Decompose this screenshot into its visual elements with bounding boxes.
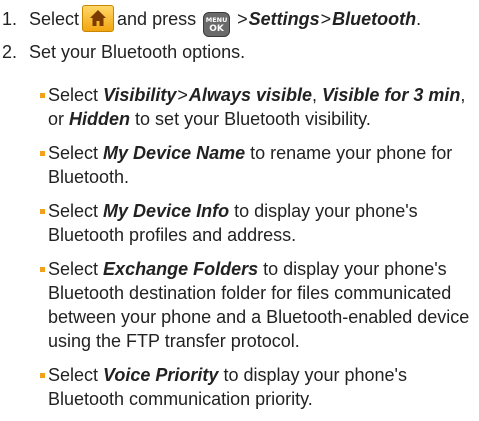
path-separator: > — [177, 85, 188, 105]
sentence-end: . — [416, 9, 422, 29]
step-text: Set your Bluetooth options. — [29, 42, 246, 62]
step-text-and-press: and press — [117, 9, 197, 29]
list-item-my-device-info: Select My Device Info to display your ph… — [40, 199, 477, 247]
list-item-exchange-folders: Select Exchange Folders to display your … — [40, 257, 477, 353]
option-hidden: Hidden — [69, 109, 131, 129]
path-separator: > — [237, 9, 248, 29]
select-word: Select — [48, 143, 99, 163]
select-word: Select — [48, 201, 99, 221]
bluetooth-options-list: Select Visibility>Always visible, Visibl… — [40, 83, 477, 421]
option-exchange-folders: Exchange Folders — [103, 259, 259, 279]
comma: , — [312, 85, 318, 105]
step-2: 2. Set your Bluetooth options. — [0, 40, 475, 64]
list-item-voice-priority: Select Voice Priority to display your ph… — [40, 363, 477, 411]
list-item-visibility: Select Visibility>Always visible, Visibl… — [40, 83, 477, 131]
step-number: 2. — [2, 42, 18, 62]
option-my-device-info: My Device Info — [103, 201, 230, 221]
menu-key-label: MENU — [205, 16, 228, 24]
menu-ok-key-icon: MENU OK — [203, 12, 231, 37]
path-separator: > — [320, 9, 332, 29]
ok-key-label: OK — [209, 24, 224, 34]
step-text-select: Select — [29, 9, 80, 29]
menu-path-settings: Settings — [248, 9, 320, 29]
step-number: 1. — [2, 9, 18, 29]
select-word: Select — [48, 365, 99, 385]
option-visibility: Visibility — [103, 85, 177, 105]
select-word: Select — [48, 259, 99, 279]
select-word: Select — [48, 85, 99, 105]
item-description: to display your phone's Bluetooth commun… — [48, 365, 407, 409]
option-always-visible: Always visible — [188, 85, 312, 105]
home-key-icon — [82, 5, 115, 32]
step-1: 1. Select and press MENU OK >Settings>Bluetoo… — [0, 5, 475, 37]
option-voice-priority: Voice Priority — [103, 365, 219, 385]
item-description: to set your Bluetooth visibility. — [135, 109, 371, 129]
list-item-my-device-name: Select My Device Name to rename your pho… — [40, 141, 477, 189]
option-my-device-name: My Device Name — [103, 143, 246, 163]
option-visible-3-min: Visible for 3 min — [322, 85, 461, 105]
menu-path-bluetooth: Bluetooth — [332, 9, 417, 29]
manual-page: 1. Select and press MENU OK >Settings>Bluetoo… — [0, 0, 479, 415]
